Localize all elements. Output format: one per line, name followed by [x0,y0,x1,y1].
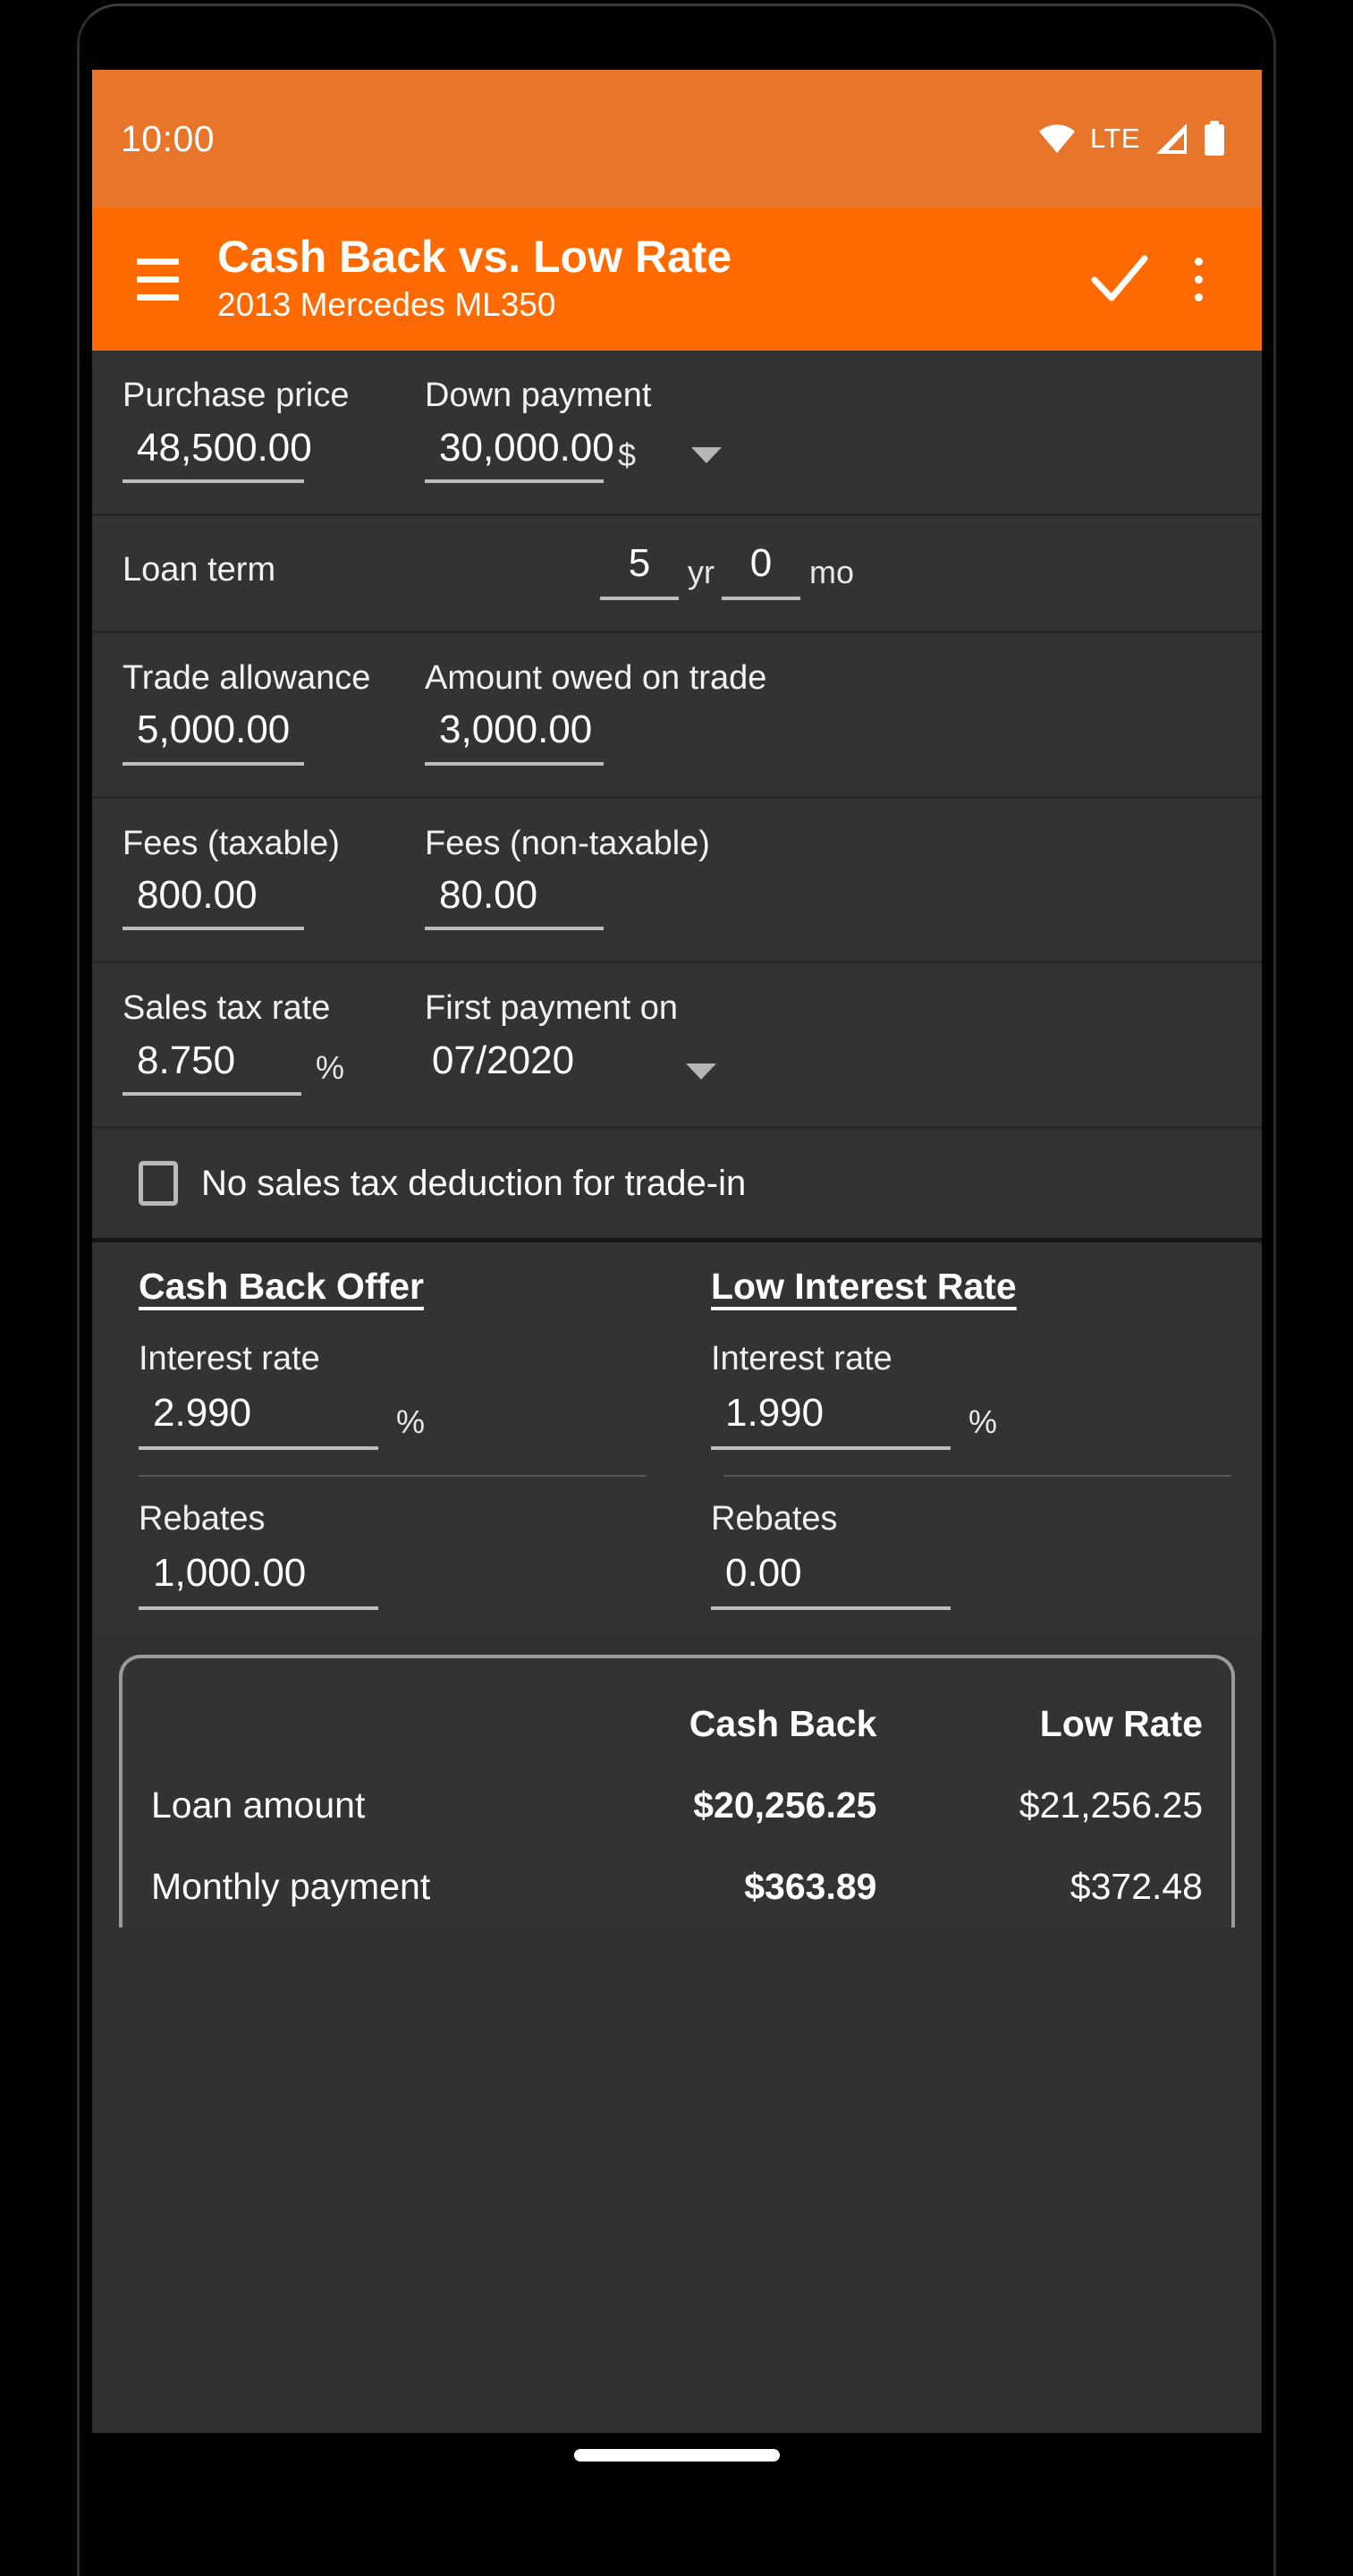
amount-owed-label: Amount owed on trade [425,658,767,697]
down-payment-label: Down payment [425,377,652,414]
results-header-low-rate: Low Rate [1039,1703,1203,1745]
app-bar-title-block: Cash Back vs. Low Rate 2013 Mercedes ML3… [217,233,1079,324]
fees-nontaxable-input[interactable]: 80.00 [425,874,604,931]
cash-back-offer-heading[interactable]: Cash Back Offer [139,1266,424,1308]
results-header-row: Cash Back Low Rate [146,1683,1208,1765]
fees-nontaxable-label: Fees (non-taxable) [425,824,710,862]
system-navigation-bar [92,2433,1262,2522]
trade-allowance-label: Trade allowance [123,658,371,697]
cash-back-interest-rate-input[interactable]: 2.990 [139,1391,378,1451]
field-purchase-price: Purchase price 48,500.00 [123,376,425,483]
sales-tax-rate-unit: % [316,1049,345,1087]
field-down-payment: Down payment 30,000.00 $ [425,376,1231,483]
table-row: Monthly payment $363.89 $372.48 [146,1846,1208,1928]
phone-screen: 10:00 LTE Cash Back vs. Low Rate 2013 Me… [92,70,1262,2433]
results-blank-header [146,1683,549,1765]
chevron-down-icon[interactable] [691,446,723,463]
loan-term-months-input[interactable]: 0 [722,541,800,600]
low-interest-rate-heading[interactable]: Low Interest Rate [711,1266,1017,1308]
low-rate-rebates-input[interactable]: 0.00 [711,1551,951,1611]
results-cell-cash-back: $20,256.25 [693,1784,877,1826]
row-loan-term: Loan term 5 yr 0 mo [92,515,1262,633]
sales-tax-rate-label: Sales tax rate [123,989,331,1028]
down-payment-unit: $ [618,436,637,473]
comparison-rebates: Rebates 1,000.00 Rebates 0.00 [92,1477,1262,1635]
overflow-dot [1194,292,1203,301]
network-type-label: LTE [1089,123,1140,154]
row-no-tax-deduction[interactable]: No sales tax deduction for trade-in [92,1129,1262,1243]
no-tax-deduction-label: No sales tax deduction for trade-in [201,1163,747,1203]
purchase-price-label: Purchase price [123,377,350,414]
row-tax-firstpayment: Sales tax rate 8.750 % First payment on … [92,963,1262,1130]
results-row-label: Loan amount [151,1784,366,1826]
hamburger-line [136,258,179,265]
page-title: Cash Back vs. Low Rate [217,232,732,283]
row-price-downpayment: Purchase price 48,500.00 Down payment 30… [92,351,1262,516]
no-tax-deduction-checkbox[interactable] [139,1161,178,1207]
loan-term-years-input[interactable]: 5 [600,541,679,600]
results-row-label: Monthly payment [151,1866,431,1908]
status-bar-clock: 10:00 [121,117,216,159]
results-cell-low-rate: $21,256.25 [1019,1784,1203,1826]
field-fees-nontaxable: Fees (non-taxable) 80.00 [425,824,1231,931]
low-rate-rebates-label: Rebates [711,1500,838,1538]
hamburger-line [136,293,179,301]
low-rate-interest-rate-input[interactable]: 1.990 [711,1391,951,1451]
results-header-cash-back: Cash Back [689,1703,877,1745]
page-subtitle: 2013 Mercedes ML350 [217,285,556,323]
field-first-payment: First payment on 07/2020 [425,988,1231,1096]
cash-back-rebates-input[interactable]: 1,000.00 [139,1551,378,1611]
status-bar: 10:00 LTE [92,70,1262,208]
column-cash-back-offer: Cash Back Offer Interest rate 2.990 % [92,1242,677,1475]
cash-back-rebates-field: Rebates 1,000.00 [92,1477,677,1635]
hamburger-menu-icon[interactable] [119,241,196,318]
results-card: Cash Back Low Rate Loan amount $20,256.2… [119,1655,1235,1928]
results-table: Cash Back Low Rate Loan amount $20,256.2… [146,1683,1208,1928]
wifi-icon [1038,124,1075,153]
field-trade-allowance: Trade allowance 5,000.00 [123,658,425,766]
low-rate-rebates-field: Rebates 0.00 [677,1477,1262,1635]
chevron-down-icon[interactable] [686,1063,716,1080]
app-bar: Cash Back vs. Low Rate 2013 Mercedes ML3… [92,208,1262,351]
more-vertical-icon[interactable] [1165,236,1231,322]
checkmark-icon[interactable] [1079,239,1160,319]
overflow-dot [1194,257,1203,266]
first-payment-label: First payment on [425,989,678,1028]
field-fees-taxable: Fees (taxable) 800.00 [123,824,425,931]
status-bar-icons: LTE [1038,121,1226,157]
home-gesture-pill[interactable] [574,2449,780,2462]
battery-icon [1205,121,1224,156]
row-fees: Fees (taxable) 800.00 Fees (non-taxable)… [92,798,1262,964]
amount-owed-input[interactable]: 3,000.00 [425,709,604,766]
down-payment-input[interactable]: 30,000.00 [425,427,614,483]
cash-back-interest-rate-unit: % [396,1403,426,1441]
field-amount-owed: Amount owed on trade 3,000.00 [425,658,1231,766]
low-rate-interest-rate-unit: % [968,1403,998,1441]
loan-term-months-suffix: mo [809,553,855,590]
sales-tax-rate-input[interactable]: 8.750 [123,1039,301,1097]
signal-icon [1156,123,1187,154]
cash-back-rebates-label: Rebates [139,1500,266,1538]
cash-back-interest-rate-label: Interest rate [139,1340,320,1378]
comparison-headers-and-rates: Cash Back Offer Interest rate 2.990 % Lo… [92,1242,1262,1475]
column-low-interest-rate: Low Interest Rate Interest rate 1.990 % [677,1242,1262,1475]
row-trade: Trade allowance 5,000.00 Amount owed on … [92,632,1262,799]
results-cell-cash-back: $363.89 [744,1866,877,1908]
low-rate-interest-rate-label: Interest rate [711,1340,892,1378]
trade-allowance-input[interactable]: 5,000.00 [123,709,304,766]
fees-taxable-label: Fees (taxable) [123,824,340,862]
results-cell-low-rate: $372.48 [1070,1866,1203,1908]
field-sales-tax-rate: Sales tax rate 8.750 % [123,988,425,1097]
first-payment-value[interactable]: 07/2020 [425,1039,639,1096]
loan-term-years-suffix: yr [688,553,715,590]
comparison-section: Cash Back Offer Interest rate 2.990 % Lo… [92,1242,1262,1636]
overflow-dot [1194,275,1203,284]
loan-term-label: Loan term [123,551,276,589]
table-row: Loan amount $20,256.25 $21,256.25 [146,1765,1208,1846]
fees-taxable-input[interactable]: 800.00 [123,874,304,931]
purchase-price-input[interactable]: 48,500.00 [123,427,312,483]
hamburger-line [136,275,179,283]
